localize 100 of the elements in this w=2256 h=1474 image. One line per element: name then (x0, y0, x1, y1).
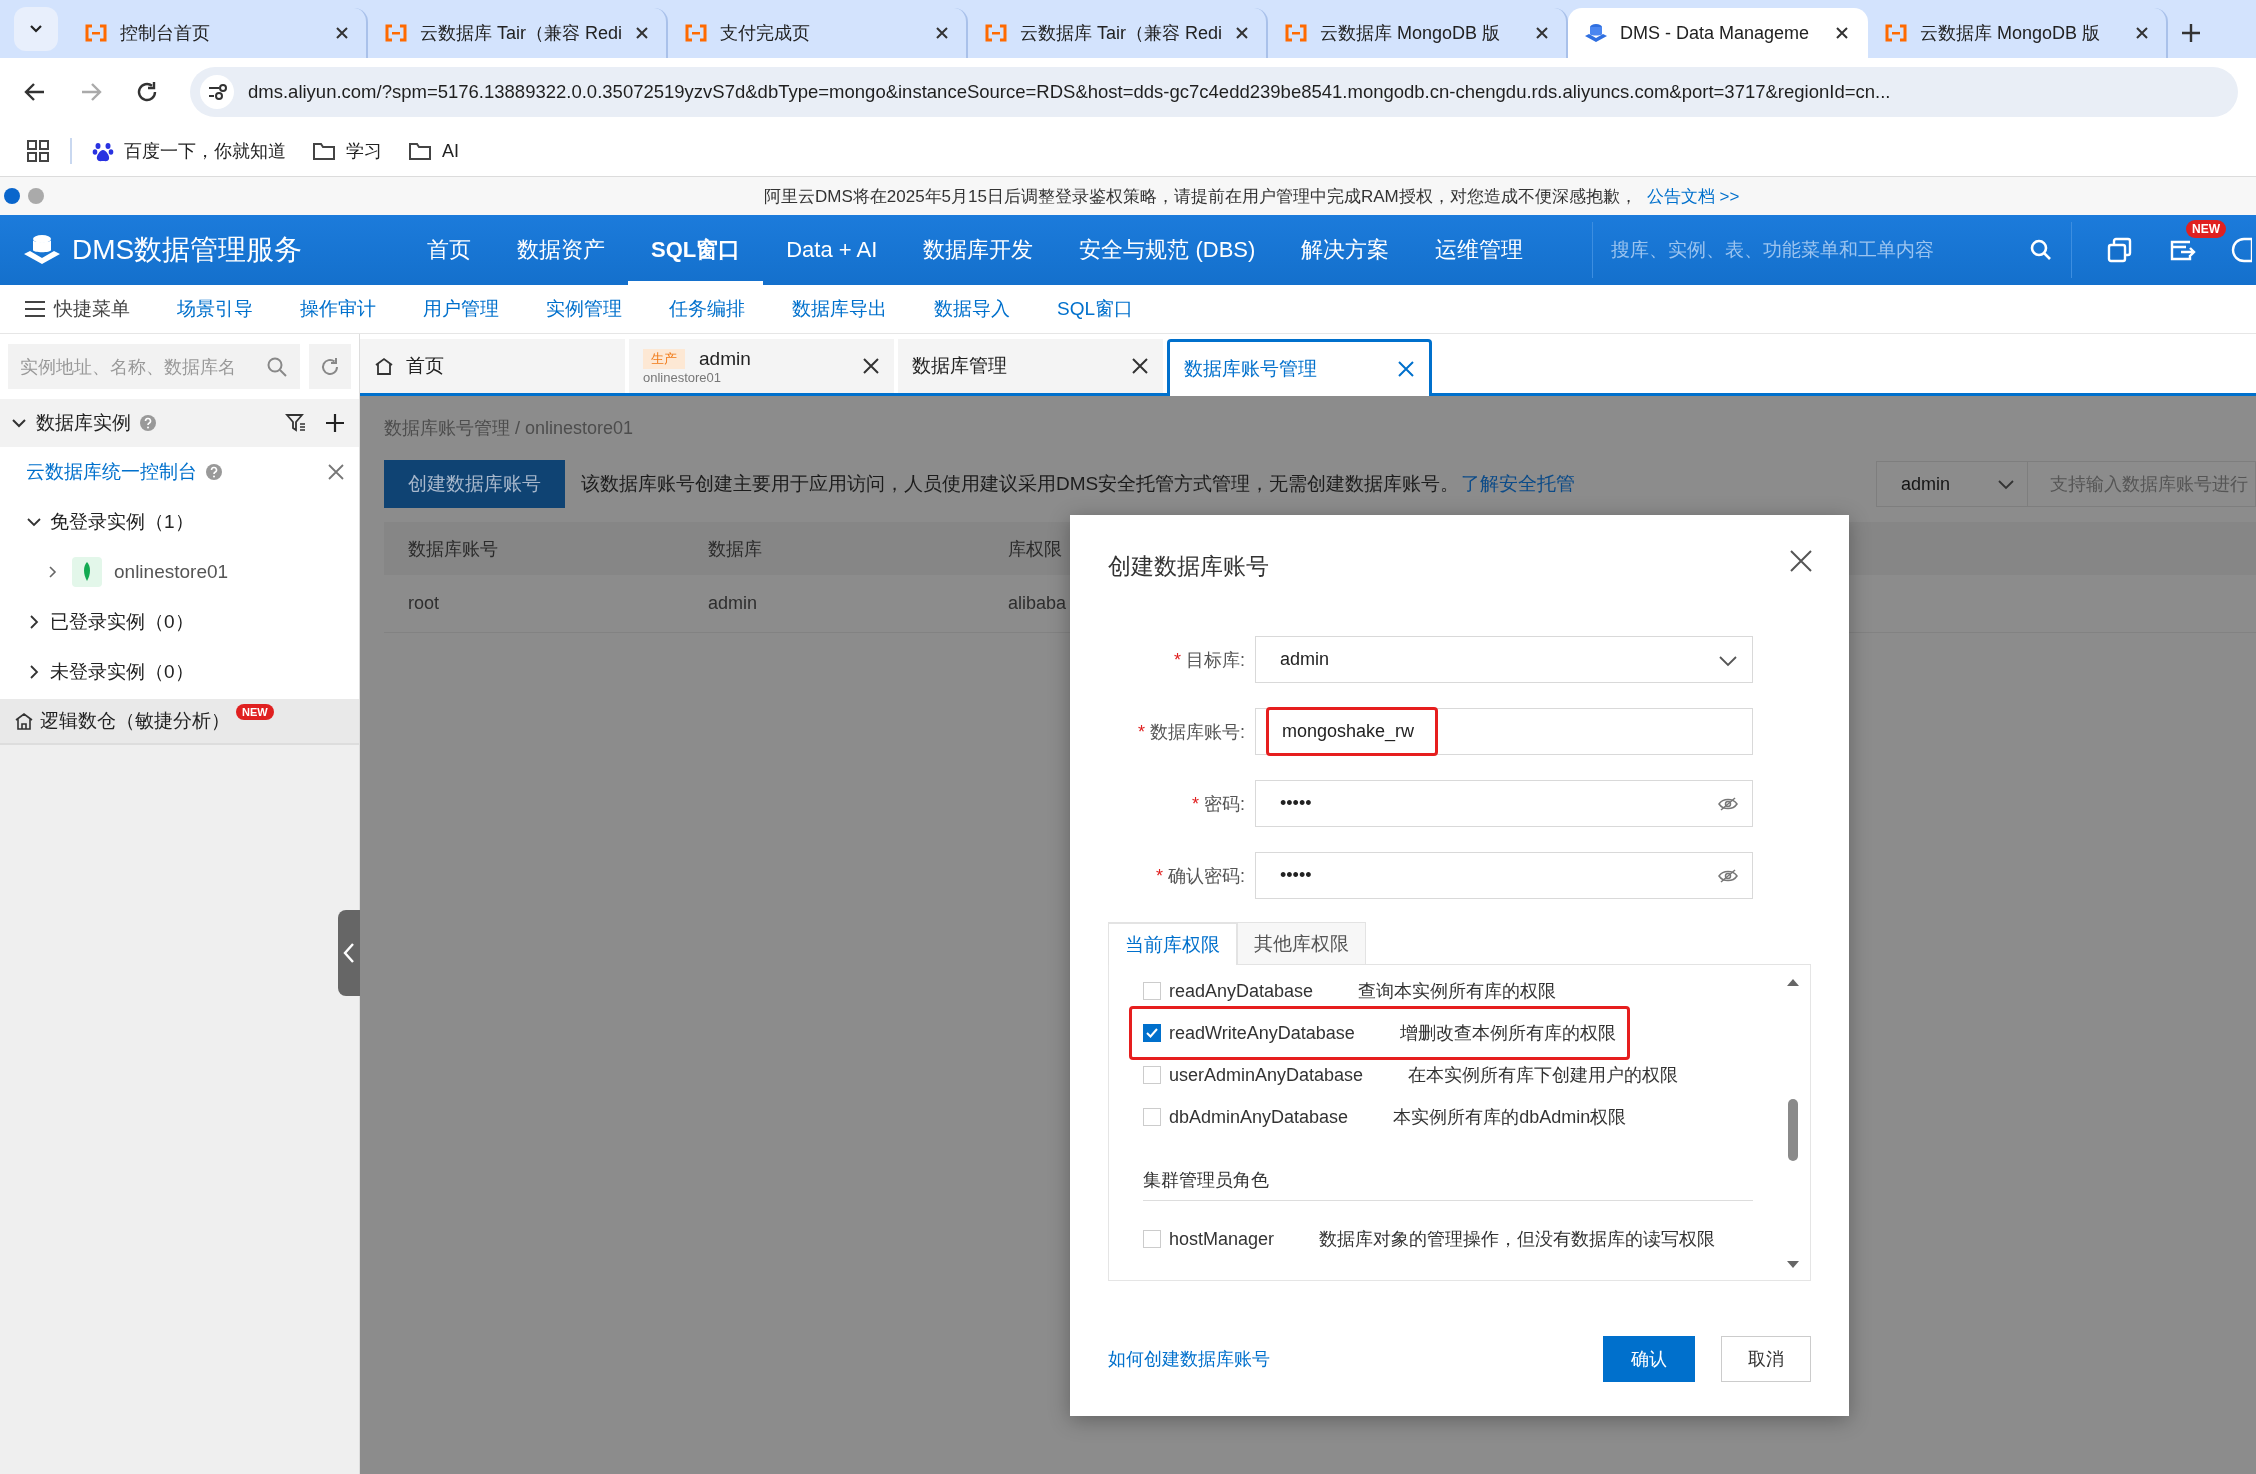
eye-hidden-icon[interactable] (1718, 867, 1738, 884)
close-icon[interactable] (1234, 25, 1250, 41)
search-icon[interactable] (266, 355, 288, 378)
nav-tab[interactable]: Data + AI (763, 215, 901, 285)
close-icon[interactable] (634, 25, 650, 41)
plus-icon[interactable] (2180, 22, 2202, 44)
collapse-handle[interactable] (338, 910, 360, 996)
quick-link[interactable]: 实例管理 (546, 296, 622, 322)
nav-tab[interactable]: 安全与规范 (DBS) (1056, 215, 1279, 285)
bookmark[interactable]: AI (408, 140, 459, 162)
quick-link[interactable]: SQL窗口 (1057, 296, 1134, 322)
pager-dot[interactable] (4, 188, 20, 204)
home-icon (374, 356, 394, 376)
input-field[interactable]: ••••• (1255, 852, 1753, 899)
nav-tab[interactable]: 数据资产 (494, 215, 628, 285)
refresh-button[interactable] (309, 344, 351, 389)
quick-link[interactable]: 场景引导 (177, 296, 253, 322)
permission-tab[interactable]: 其他库权限 (1237, 922, 1366, 964)
quick-link[interactable]: 任务编排 (669, 296, 745, 322)
work-tab[interactable]: 首页 (360, 339, 625, 393)
nav-tab[interactable]: 首页 (404, 215, 494, 285)
field-label: * 目标库: (1172, 648, 1246, 672)
tree-item[interactable]: 免登录实例（1） (0, 497, 359, 547)
help-icon[interactable] (205, 463, 223, 481)
browser-tab[interactable]: 云数据库 Tair（兼容 Redi (368, 8, 668, 58)
close-icon[interactable] (334, 25, 350, 41)
close-icon[interactable] (862, 357, 880, 375)
quick-link[interactable]: 操作审计 (300, 296, 376, 322)
tree-item[interactable]: onlinestore01 (0, 547, 359, 597)
quick-link[interactable]: 数据库导出 (792, 296, 887, 322)
eye-hidden-icon[interactable] (1718, 795, 1738, 812)
address-field[interactable]: dms.aliyun.com/?spm=5176.13889322.0.0.35072519yzvS7d&dbType=mongo&instanceSource=RDS&host=dds-gc7c4edd239be8541.mongodb.cn-chengdu.rds.aliyuncs.com&port=3717&regionId=cn... (190, 67, 2238, 117)
menu-icon (24, 300, 46, 318)
notice-link[interactable]: 公告文档 >> (1646, 186, 1740, 206)
bookmark[interactable]: 学习 (312, 139, 382, 163)
search-icon[interactable] (2029, 238, 2053, 262)
checkbox[interactable] (1143, 1024, 1161, 1042)
browser-tab[interactable]: 控制台首页 (68, 8, 368, 58)
help-icon[interactable] (139, 414, 157, 432)
home-icon (14, 711, 34, 731)
field-label: * 密码: (1190, 792, 1246, 816)
browser-tab[interactable]: 支付完成页 (668, 8, 968, 58)
permission-tab[interactable]: 当前库权限 (1108, 922, 1237, 965)
role-description: 本实例所有库的dbAdmin权限 (1393, 1106, 1627, 1129)
work-tab[interactable]: 数据库管理 (898, 339, 1163, 393)
database-select[interactable]: admin (1876, 461, 2028, 507)
confirm-button[interactable]: 确认 (1603, 1336, 1695, 1382)
close-icon[interactable] (934, 25, 950, 41)
work-tab[interactable]: 数据库账号管理 (1167, 339, 1432, 396)
help-link[interactable]: 如何创建数据库账号 (1108, 1347, 1270, 1371)
scroll-down-icon[interactable] (1786, 1260, 1800, 1270)
site-settings-icon[interactable] (200, 75, 234, 109)
group-heading: 集群管理员角色 (1143, 1169, 1269, 1192)
bracket-logo-icon (1884, 24, 1908, 42)
cancel-button[interactable]: 取消 (1721, 1336, 1811, 1382)
breadcrumb: 数据库账号管理 / onlinestore01 (384, 417, 635, 440)
tab-subtitle: onlinestore01 (643, 369, 723, 385)
bracket-logo-icon (684, 24, 708, 42)
nav-tab[interactable]: 运维管理 (1412, 215, 1547, 285)
close-icon[interactable] (1131, 357, 1149, 375)
browser-tab[interactable]: DMS - Data Manageme (1568, 8, 1868, 58)
apps-grid-icon[interactable] (26, 139, 50, 163)
copy-icon[interactable] (2106, 236, 2134, 264)
close-icon[interactable] (1534, 25, 1550, 41)
filter-icon[interactable] (285, 412, 307, 434)
scroll-up-icon[interactable] (1786, 977, 1800, 987)
quick-menu-button[interactable]: 快捷菜单 (24, 296, 130, 322)
column-header: 数据库 (707, 537, 763, 561)
database-logo-icon (1584, 22, 1608, 44)
bracket-logo-icon (84, 24, 108, 42)
nav-tab[interactable]: SQL窗口 (628, 215, 764, 285)
console-link[interactable]: 云数据库统一控制台 (26, 459, 197, 485)
tree-item[interactable]: 未登录实例（0） (0, 647, 359, 697)
tree-item[interactable]: 已登录实例（0） (0, 597, 359, 647)
bookmark[interactable]: 百度一下，你就知道 (92, 139, 286, 163)
column-header: 库权限 (1007, 537, 1063, 561)
section-title: 数据库实例 (36, 411, 131, 435)
scroll-thumb[interactable] (1788, 1099, 1798, 1161)
role-description: 在本实例所有库下创建用户的权限 (1408, 1064, 1679, 1087)
input-field[interactable]: ••••• (1255, 780, 1753, 827)
description-text: 该数据库账号创建主要用于应用访问，人员使用建议采用DMS安全托管方式管理，无需创建数据库账号。了解安全托管 (581, 472, 1576, 496)
work-tab[interactable]: 生产 admin onlinestore01 (629, 339, 894, 393)
database-select[interactable]: admin (1255, 636, 1753, 683)
browser-tab[interactable]: 云数据库 Tair（兼容 Redi (968, 8, 1268, 58)
close-icon[interactable] (2134, 25, 2150, 41)
close-icon[interactable] (1789, 549, 1813, 573)
quick-link[interactable]: 数据导入 (934, 296, 1010, 322)
create-account-button[interactable]: 创建数据库账号 (384, 460, 565, 508)
new-badge: NEW (236, 704, 274, 720)
input-field[interactable]: mongoshake_rw (1255, 708, 1753, 755)
pager-dot[interactable] (28, 188, 44, 204)
nav-item[interactable]: 逻辑数仓（敏捷分析） (40, 708, 230, 734)
nav-tab[interactable]: 解决方案 (1278, 215, 1413, 285)
quick-link[interactable]: 用户管理 (423, 296, 499, 322)
browser-tab[interactable]: 云数据库 MongoDB 版 (1868, 8, 2168, 58)
field-label: * 数据库账号: (1136, 720, 1246, 744)
close-icon[interactable] (1834, 25, 1850, 41)
plus-icon[interactable] (325, 413, 345, 433)
chevron-left-icon (342, 942, 356, 964)
nav-tab[interactable]: 数据库开发 (900, 215, 1057, 285)
